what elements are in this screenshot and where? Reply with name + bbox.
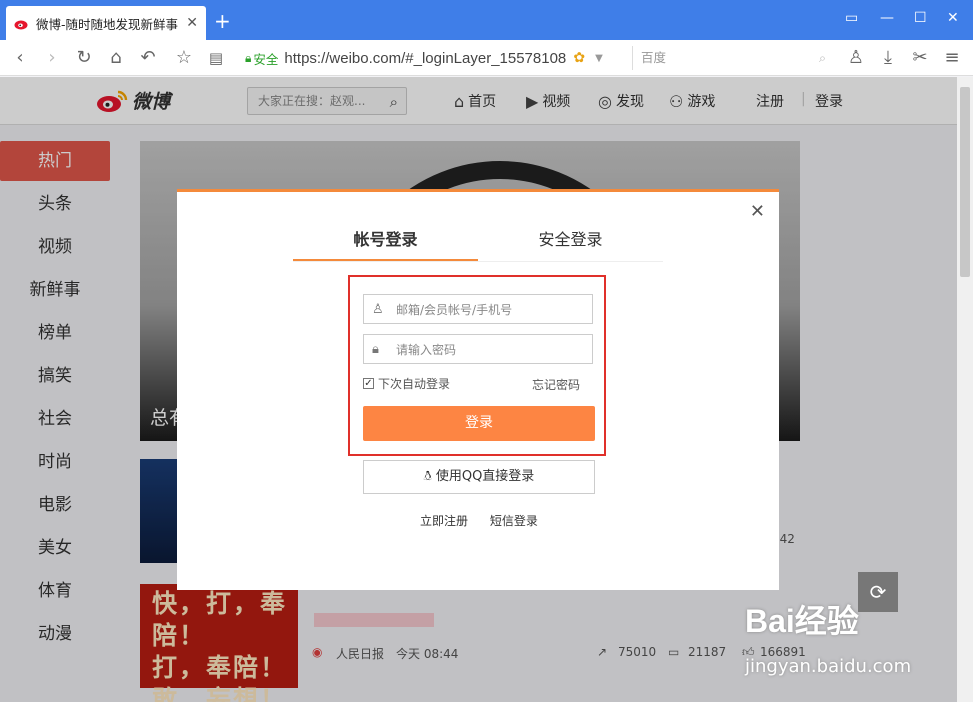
- lock-icon: 🔒︎: [372, 341, 379, 357]
- window-menu-icon[interactable]: ▭: [845, 10, 858, 26]
- tab-close-icon[interactable]: ✕: [186, 15, 198, 31]
- download-icon[interactable]: ⤓: [878, 48, 898, 68]
- browser-tabbar: 微博-随时随地发现新鲜事 ✕ + ▭ — ☐ ✕: [0, 0, 973, 40]
- remember-checkbox[interactable]: ✓: [363, 378, 374, 389]
- secure-label: 安全: [253, 51, 279, 67]
- modal-links: 立即注册 短信登录: [420, 512, 556, 529]
- tab-account-login[interactable]: 帐号登录: [293, 222, 478, 261]
- scrollbar-thumb[interactable]: [960, 87, 970, 277]
- user-icon: ♙: [372, 301, 384, 317]
- tab-title: 微博-随时随地发现新鲜事: [36, 16, 179, 32]
- modal-close-icon[interactable]: ✕: [750, 201, 765, 222]
- refresh-icon[interactable]: ⟳: [858, 572, 898, 612]
- qq-login-button[interactable]: 🐧︎ 使用QQ直接登录: [363, 460, 595, 494]
- username-field[interactable]: ♙ 邮箱/会员帐号/手机号: [363, 294, 593, 324]
- login-tabs: 帐号登录 安全登录: [293, 222, 663, 262]
- login-modal: ✕ 帐号登录 安全登录 ♙ 邮箱/会员帐号/手机号 🔒︎ 请输入密码 ✓ 下次自…: [177, 189, 779, 590]
- undo-icon[interactable]: ↶: [138, 48, 158, 68]
- baidu-watermark-url: jingyan.baidu.com: [745, 656, 912, 677]
- window-close-icon[interactable]: ✕: [947, 10, 959, 26]
- forgot-password-link[interactable]: 忘记密码: [532, 376, 580, 393]
- page-scrollbar[interactable]: [957, 77, 973, 702]
- password-placeholder: 请输入密码: [396, 342, 457, 357]
- reading-mode-icon[interactable]: ▤: [206, 48, 226, 68]
- search-icon[interactable]: ⌕: [819, 46, 826, 70]
- search-engine-label: 百度: [641, 50, 667, 65]
- browser-tab[interactable]: 微博-随时随地发现新鲜事 ✕: [6, 6, 206, 40]
- login-button[interactable]: 登录: [363, 406, 595, 441]
- reload-icon[interactable]: ↻: [74, 48, 94, 68]
- sms-login-link[interactable]: 短信登录: [490, 514, 538, 528]
- weibo-favicon-icon: [14, 20, 28, 30]
- remember-label: 下次自动登录: [378, 377, 451, 391]
- user-icon[interactable]: ♙: [846, 48, 866, 68]
- username-placeholder: 邮箱/会员帐号/手机号: [396, 302, 513, 317]
- password-field[interactable]: 🔒︎ 请输入密码: [363, 334, 593, 364]
- home-icon[interactable]: ⌂: [106, 48, 126, 68]
- baidu-watermark: Bai经验: [745, 603, 859, 639]
- extension-bee-icon[interactable]: ✿: [573, 50, 585, 66]
- maximize-icon[interactable]: ☐: [914, 10, 927, 26]
- favorite-star-icon[interactable]: ☆: [174, 48, 194, 68]
- back-icon[interactable]: ‹: [10, 48, 30, 68]
- menu-icon[interactable]: ≡: [942, 48, 962, 68]
- forward-icon[interactable]: ›: [42, 48, 62, 68]
- qq-login-label: 使用QQ直接登录: [435, 469, 535, 484]
- cut-icon[interactable]: ✂: [910, 48, 930, 68]
- tab-secure-login[interactable]: 安全登录: [478, 222, 663, 261]
- lock-icon: 🔒︎: [245, 50, 252, 65]
- qq-penguin-icon: 🐧︎: [423, 469, 432, 484]
- remember-me[interactable]: ✓ 下次自动登录: [363, 375, 450, 392]
- address-bar: ‹ › ↻ ⌂ ↶ ☆ ▤ 🔒︎ 安全 https://weibo.com/#_…: [0, 40, 973, 76]
- register-now-link[interactable]: 立即注册: [420, 514, 468, 528]
- minimize-icon[interactable]: —: [880, 10, 894, 26]
- url-field[interactable]: 🔒︎ 安全 https://weibo.com/#_loginLayer_155…: [245, 46, 635, 70]
- search-engine-field[interactable]: 百度 ⌕: [632, 46, 832, 70]
- new-tab-icon[interactable]: +: [214, 11, 231, 31]
- url-text: https://weibo.com/#_loginLayer_15578108: [284, 49, 567, 67]
- url-dropdown-icon[interactable]: ▼: [595, 53, 603, 64]
